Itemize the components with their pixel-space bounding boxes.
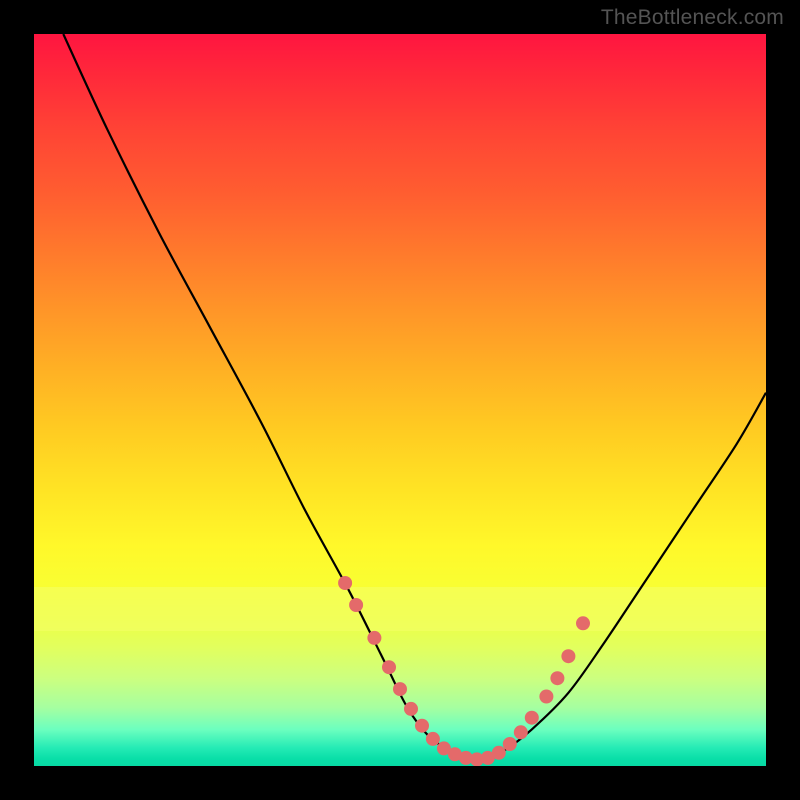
marker-dot: [404, 702, 418, 716]
marker-dot: [492, 746, 506, 760]
marker-dot: [338, 576, 352, 590]
bottleneck-curve: [63, 34, 766, 760]
marker-dot: [514, 725, 528, 739]
marker-dot: [382, 660, 396, 674]
marker-dot: [393, 682, 407, 696]
marker-dot: [525, 711, 539, 725]
marker-dot: [503, 737, 517, 751]
marker-dot: [415, 719, 429, 733]
marker-dots: [338, 576, 590, 766]
plot-area: [34, 34, 766, 766]
marker-dot: [561, 649, 575, 663]
marker-dot: [576, 616, 590, 630]
marker-dot: [539, 690, 553, 704]
curve-layer: [34, 34, 766, 766]
marker-dot: [349, 598, 363, 612]
marker-dot: [426, 732, 440, 746]
marker-dot: [367, 631, 381, 645]
watermark-text: TheBottleneck.com: [601, 6, 784, 30]
marker-dot: [550, 671, 564, 685]
